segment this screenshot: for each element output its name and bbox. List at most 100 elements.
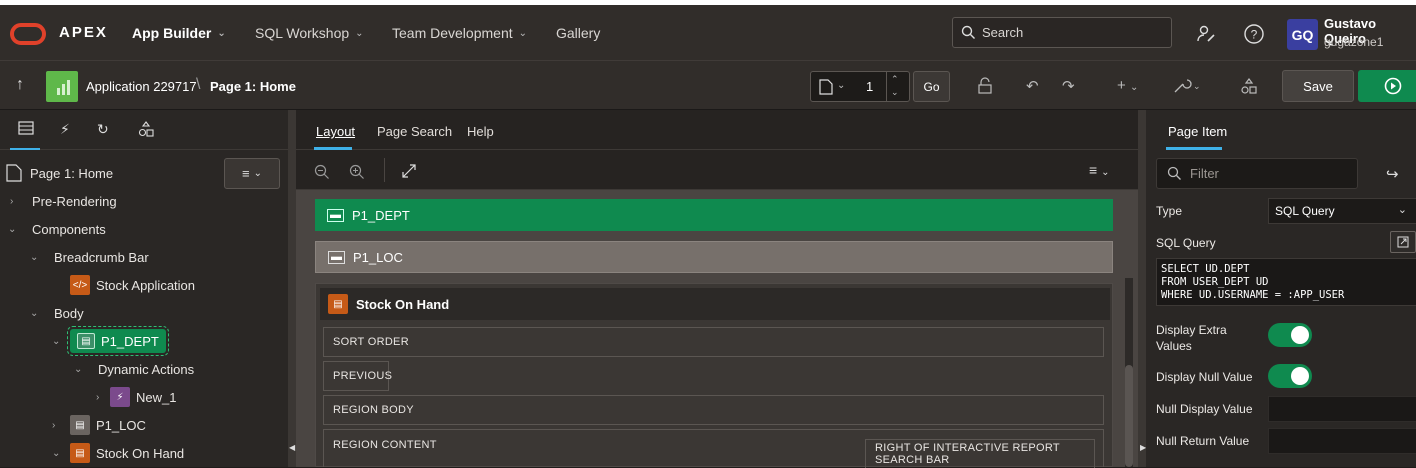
help-icon[interactable]: ? [1243,23,1265,45]
breadcrumb-separator: \ [196,76,201,93]
region-title: Stock On Hand [356,296,450,312]
go-button[interactable]: Go [913,71,950,102]
shared-components-tab-icon[interactable] [138,121,154,140]
save-button[interactable]: Save [1282,70,1354,102]
nav-app-builder[interactable]: App Builder ⌄ [132,25,226,41]
zoom-out-icon[interactable] [314,164,330,180]
tree-menu-button[interactable]: ≡ ⌄ [224,158,280,189]
tree-item-breadcrumb-bar[interactable]: ⌄ Breadcrumb Bar [30,244,149,270]
tree-item-stock-on-hand[interactable]: ⌄ ▤ Stock On Hand [52,440,184,466]
tree-item-p1-loc[interactable]: › ▤ P1_LOC [52,412,146,438]
processing-tab-icon[interactable]: ↻ [97,121,109,138]
display-extra-values-toggle[interactable] [1268,323,1312,347]
go-to-group-icon[interactable]: ↪ [1386,165,1399,183]
lock-icon[interactable] [976,77,994,99]
chevron-right-icon[interactable]: › [96,392,110,403]
chevron-down-icon[interactable]: ⌄ [8,224,22,235]
tree-item-body[interactable]: ⌄ Body [30,300,84,326]
canvas-scrollbar-thumb[interactable] [1125,365,1133,467]
utilities-wrench-icon[interactable]: ⌄ [1172,77,1202,99]
svg-text:?: ? [1251,28,1258,42]
chevron-down-icon: ⌄ [1101,167,1110,178]
breadcrumb-application[interactable]: Application 229717 [86,79,197,94]
top-navigation-bar: APEX App Builder ⌄ SQL Workshop ⌄ Team D… [0,5,1416,60]
rendering-tab-icon[interactable] [18,121,34,138]
chevron-down-icon[interactable]: ⌄ [891,87,899,98]
tab-layout[interactable]: Layout [316,124,355,139]
slot-region-body[interactable]: REGION BODY [323,395,1104,425]
expand-icon[interactable] [402,164,416,178]
run-page-button[interactable] [1358,70,1416,102]
type-select[interactable]: SQL Query ⌄ [1268,198,1416,224]
tree-label: Components [32,221,106,237]
page-number-input[interactable]: 1 [866,79,873,94]
null-display-value-label: Null Display Value [1156,402,1253,416]
layout-region-stock-on-hand[interactable]: ▤ Stock On Hand SORT ORDER PREVIOUS REGI… [315,283,1113,468]
selected-node[interactable]: ▤ P1_DEPT [67,326,169,356]
right-splitter[interactable]: ▶ [1138,110,1146,467]
chevron-down-icon[interactable]: ⌄ [74,364,88,375]
tree-page-node[interactable]: Page 1: Home [6,160,113,186]
dynamic-actions-tab-icon[interactable]: ⚡︎ [60,121,70,138]
tab-help[interactable]: Help [467,124,494,139]
tree-item-components[interactable]: ⌄ Components [8,216,106,242]
user-settings-icon[interactable] [1195,23,1217,45]
tree-item-stock-application[interactable]: </> Stock Application [70,272,195,298]
divider [384,158,385,182]
null-return-value-input[interactable] [1268,428,1416,454]
slot-right-of-ir-search-bar[interactable]: RIGHT OF INTERACTIVE REPORT SEARCH BAR [865,439,1095,468]
layout-menu-icon[interactable]: ≡ ⌄ [1089,162,1109,178]
slot-previous[interactable]: PREVIOUS [323,361,392,391]
redo-icon[interactable]: ↷ [1062,77,1075,95]
property-filter-input[interactable]: Filter [1156,158,1358,189]
layout-item-p1-dept[interactable]: ▬ P1_DEPT [315,199,1113,231]
null-display-value-input[interactable] [1268,396,1416,422]
avatar[interactable]: GQ [1287,19,1318,50]
chevron-down-icon[interactable]: ⌄ [52,448,66,459]
tree-item-dynamic-actions[interactable]: ⌄ Dynamic Actions [74,356,194,382]
chevron-down-icon[interactable]: ⌄ [30,252,44,263]
sql-query-editor[interactable]: SELECT UD.DEPT FROM USER_DEPT UD WHERE U… [1156,258,1416,306]
region-header[interactable]: ▤ Stock On Hand [320,288,1110,320]
layout-pane-tabs: Layout Page Search Help [296,110,1138,150]
chevron-down-icon[interactable]: ⌄ [30,308,44,319]
nav-sql-workshop[interactable]: SQL Workshop ⌄ [255,25,364,41]
chevron-down-icon[interactable]: ⌄ [52,336,66,347]
page-item-icon: ▤ [70,415,90,435]
expand-code-editor-button[interactable] [1390,231,1416,253]
nav-team-development-label: Team Development [392,25,513,41]
left-splitter[interactable]: ◀ [288,110,296,467]
layout-pane: Layout Page Search Help ≡ ⌄ ▬ P1_DEPT ▬ … [296,110,1138,468]
apex-brand[interactable]: APEX [59,24,108,41]
tree-item-new-1[interactable]: › ⚡︎ New_1 [96,384,176,410]
tree-item-p1-dept[interactable]: ⌄ ▤ P1_DEPT [52,326,169,356]
create-menu-icon[interactable]: + ⌄ [1117,77,1138,94]
global-search-input[interactable]: Search [952,17,1172,48]
display-extra-values-label: Display Extra Values [1156,323,1227,353]
arrow-up-icon[interactable]: ↑ [16,76,24,94]
display-null-value-toggle[interactable] [1268,364,1312,388]
nav-team-development[interactable]: Team Development ⌄ [392,25,527,41]
nav-app-builder-label: App Builder [132,25,212,41]
chevron-down-icon: ⌄ [1397,204,1407,216]
tab-page-item[interactable]: Page Item [1168,124,1227,139]
chevron-right-icon[interactable]: › [52,420,66,431]
layout-item-p1-loc[interactable]: ▬ P1_LOC [315,241,1113,273]
chevron-up-icon[interactable]: ⌃ [891,74,899,85]
chevron-right-icon[interactable]: › [10,196,24,207]
shared-components-icon[interactable] [1240,77,1258,99]
rendering-tree-pane: ⚡︎ ↻ Page 1: Home ≡ ⌄ › Pre-Rendering ⌄ … [0,110,288,467]
zoom-in-icon[interactable] [349,164,365,180]
oracle-logo-icon[interactable] [10,23,46,45]
undo-icon[interactable]: ↶ [1026,77,1039,95]
nav-sql-workshop-label: SQL Workshop [255,25,350,41]
tree-item-pre-rendering[interactable]: › Pre-Rendering [10,188,117,214]
slot-sort-order[interactable]: SORT ORDER [323,327,1104,357]
type-label: Type [1156,204,1183,218]
tab-page-search[interactable]: Page Search [377,124,452,139]
collapse-left-icon[interactable]: ◀ [289,443,295,452]
page-selector[interactable]: ⌄ ⌃ ⌄ [810,71,910,102]
nav-gallery[interactable]: Gallery [556,25,600,41]
application-icon[interactable] [46,71,78,102]
filter-placeholder: Filter [1190,166,1219,181]
